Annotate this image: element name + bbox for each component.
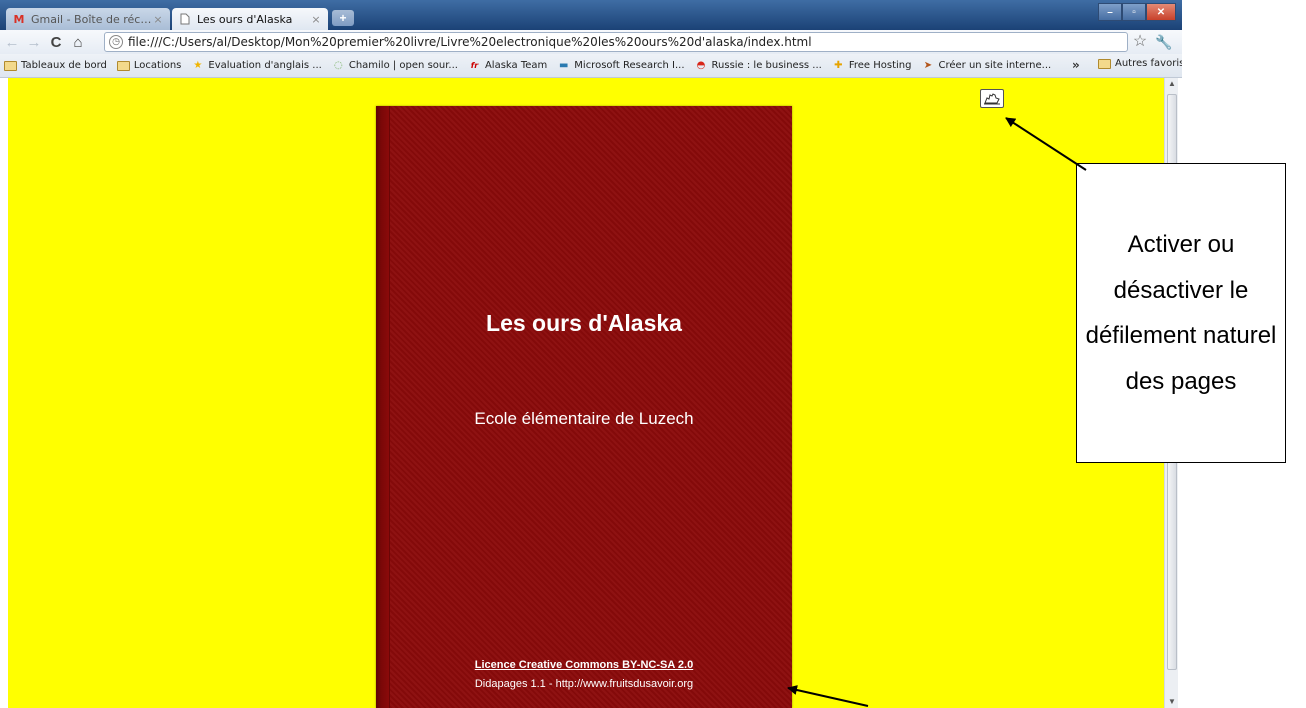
page-info-icon[interactable]: ◷ <box>109 35 123 49</box>
maximize-button[interactable]: ▫ <box>1122 3 1146 21</box>
book-spine <box>376 106 390 708</box>
window-controls: – ▫ ✕ <box>1098 3 1176 21</box>
russia-icon: ◓ <box>696 60 706 71</box>
bookmark-label: Autres favoris <box>1115 58 1182 69</box>
scroll-down-icon[interactable]: ▼ <box>1165 696 1179 708</box>
tab-label: Gmail - Boîte de réceptio... <box>31 12 152 26</box>
forward-icon[interactable]: → <box>24 32 44 52</box>
licence-link[interactable]: Licence Creative Commons BY-NC-SA 2.0 <box>376 659 792 671</box>
bookmark-label: Créer un site interne... <box>938 60 1052 71</box>
folder-icon <box>4 60 17 71</box>
bookmark-chamilo[interactable]: ◌ Chamilo | open sour... <box>332 60 458 71</box>
browser-window: M Gmail - Boîte de réceptio... × Les our… <box>0 0 1182 708</box>
new-tab-button[interactable]: + <box>332 10 354 26</box>
tab-label: Les ours d'Alaska <box>197 12 293 26</box>
bookmark-label: Tableaux de bord <box>21 60 107 71</box>
callout-text: Activer ou désactiver le défilement natu… <box>1085 231 1277 395</box>
bookmark-label: Evaluation d'anglais ... <box>208 60 322 71</box>
address-bar[interactable]: ◷ file:///C:/Users/al/Desktop/Mon%20prem… <box>104 32 1128 52</box>
home-icon[interactable]: ⌂ <box>68 32 88 52</box>
bookmark-label: Chamilo | open sour... <box>348 60 458 71</box>
chamilo-icon: ◌ <box>333 60 343 71</box>
bookmark-label: Free Hosting <box>848 60 912 71</box>
bookmark-creer-site[interactable]: ➤ Créer un site interne... <box>921 60 1051 71</box>
bookmark-russie[interactable]: ◓ Russie : le business ... <box>695 60 822 71</box>
gmail-icon: M <box>13 12 25 26</box>
microsoft-icon: ▬ <box>559 60 569 71</box>
tab-les-ours[interactable]: Les ours d'Alaska × <box>172 8 328 30</box>
page-viewport: Les ours d'Alaska Ecole élémentaire de L… <box>8 78 1164 708</box>
tab-gmail[interactable]: M Gmail - Boîte de réceptio... × <box>6 8 170 30</box>
bookmark-microsoft-research[interactable]: ▬ Microsoft Research I... <box>557 60 684 71</box>
close-window-button[interactable]: ✕ <box>1146 3 1176 21</box>
navigation-toolbar: ← → C ⌂ ◷ file:///C:/Users/al/Desktop/Mo… <box>0 30 1182 54</box>
natural-scroll-toggle-button[interactable] <box>980 89 1004 108</box>
bookmark-label: Locations <box>133 60 182 71</box>
free-icon: fr <box>470 61 479 70</box>
bookmark-label: Microsoft Research I... <box>574 60 685 71</box>
star-icon: ★ <box>193 60 203 71</box>
bookmark-alaska-team[interactable]: fr Alaska Team <box>468 60 548 71</box>
annotation-callout: Activer ou désactiver le défilement natu… <box>1076 163 1286 463</box>
book-title: Les ours d'Alaska <box>486 310 682 336</box>
book-credit: Didapages 1.1 - http://www.fruitsdusavoi… <box>474 678 694 690</box>
arrow-icon: ➤ <box>923 60 933 71</box>
bookmark-tableaux-de-bord[interactable]: Tableaux de bord <box>4 60 107 71</box>
close-tab-icon[interactable]: × <box>152 13 164 26</box>
book-subtitle: Ecole élémentaire de Luzech <box>474 409 694 428</box>
book-cover[interactable]: Les ours d'Alaska Ecole élémentaire de L… <box>376 106 792 708</box>
plus-icon: ✚ <box>834 60 843 71</box>
chevron-more-icon[interactable]: » <box>1072 58 1080 72</box>
page-icon <box>178 13 192 25</box>
bookmarks-bar: Tableaux de bord Locations ★ Evaluation … <box>0 54 1182 78</box>
bookmark-star-icon[interactable]: ☆ <box>1130 32 1150 52</box>
back-icon[interactable]: ← <box>2 32 22 52</box>
folder-icon <box>1098 58 1111 69</box>
minimize-button[interactable]: – <box>1098 3 1122 21</box>
address-url: file:///C:/Users/al/Desktop/Mon%20premie… <box>128 35 812 49</box>
bookmark-locations[interactable]: Locations <box>116 60 182 71</box>
scroll-up-icon[interactable]: ▲ <box>1165 78 1179 90</box>
tab-bar: M Gmail - Boîte de réceptio... × Les our… <box>0 0 1182 30</box>
hand-icon <box>984 93 1000 105</box>
bookmark-label: Russie : le business ... <box>711 60 822 71</box>
folder-icon <box>116 60 130 71</box>
reload-icon[interactable]: C <box>46 32 66 52</box>
wrench-icon[interactable]: 🔧 <box>1154 32 1174 52</box>
bookmark-free-hosting[interactable]: ✚ Free Hosting <box>832 60 912 71</box>
bookmark-evaluation[interactable]: ★ Evaluation d'anglais ... <box>191 60 321 71</box>
close-tab-icon[interactable]: × <box>310 13 322 26</box>
bookmark-other-favorites[interactable]: Autres favoris <box>1098 58 1182 69</box>
bookmark-label: Alaska Team <box>484 60 548 71</box>
